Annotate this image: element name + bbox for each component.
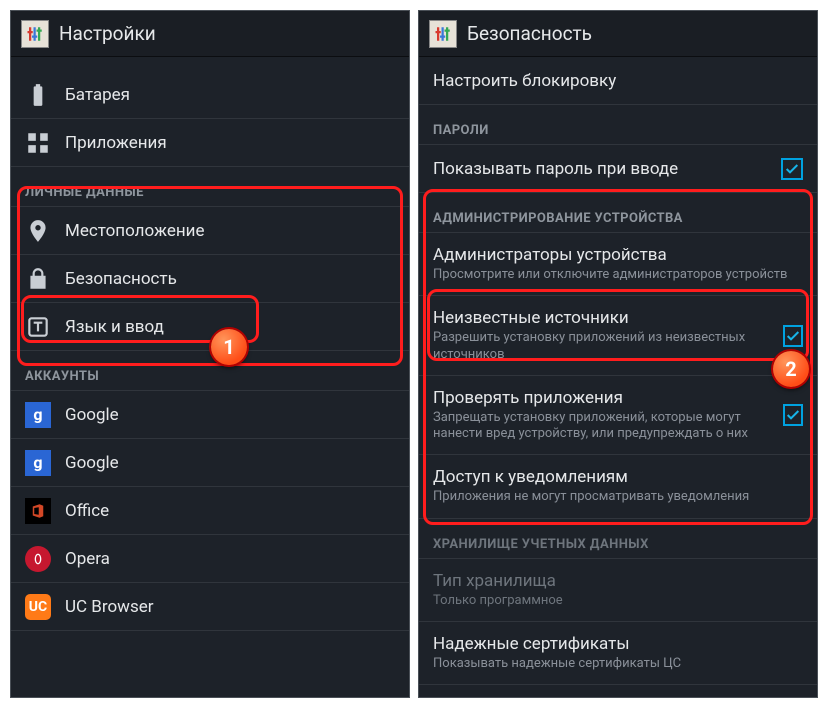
row-subtitle: Только программное (433, 593, 803, 609)
row-apps[interactable]: Приложения (11, 119, 409, 167)
row-label: Office (65, 501, 109, 521)
row-label: UC Browser (65, 597, 154, 617)
row-subtitle: Приложения не могут просматривать уведом… (433, 489, 803, 505)
checkbox-unknown-sources[interactable] (783, 325, 803, 347)
page-title: Безопасность (467, 22, 592, 45)
row-label: Показывать пароль при вводе (433, 159, 781, 179)
battery-icon (25, 82, 51, 108)
row-trusted-certs[interactable]: Надежные сертификаты Показывать надежные… (419, 622, 817, 685)
security-body: Настроить блокировку ПАРОЛИ Показывать п… (419, 57, 817, 685)
row-title: Тип хранилища (433, 571, 803, 591)
section-header-passwords: ПАРОЛИ (419, 105, 817, 145)
row-notification-access[interactable]: Доступ к уведомлениям Приложения не могу… (419, 455, 817, 518)
google-icon: g (25, 450, 51, 476)
row-title: Проверять приложения (433, 388, 783, 408)
row-language[interactable]: Язык и ввод (11, 303, 409, 351)
settings-app-icon (21, 20, 49, 48)
row-label: Местоположение (65, 221, 205, 241)
row-battery[interactable]: Батарея (11, 71, 409, 119)
page-title: Настройки (59, 22, 156, 45)
row-security[interactable]: Безопасность (11, 255, 409, 303)
row-subtitle: Показывать надежные сертификаты ЦС (433, 656, 803, 672)
opera-icon (25, 546, 51, 572)
section-header-admin: АДМИНИСТРИРОВАНИЕ УСТРОЙСТВА (419, 193, 817, 233)
row-subtitle: Просмотрите или отключите администраторо… (433, 267, 803, 283)
row-label: Настроить блокировку (433, 71, 616, 91)
row-location[interactable]: Местоположение (11, 207, 409, 255)
row-ucbrowser[interactable]: UC UC Browser (11, 583, 409, 631)
row-label: Безопасность (65, 269, 177, 289)
row-title: Неизвестные источники (433, 308, 783, 328)
row-google-1[interactable]: g Google (11, 391, 409, 439)
settings-app-icon (429, 20, 457, 48)
row-storage-type: Тип хранилища Только программное (419, 559, 817, 622)
location-icon (25, 218, 51, 244)
lock-icon (25, 266, 51, 292)
section-header-personal: ЛИЧНЫЕ ДАННЫЕ (11, 167, 409, 207)
row-label: Батарея (65, 85, 130, 105)
appbar-left: Настройки (11, 11, 409, 57)
row-configure-lock[interactable]: Настроить блокировку (419, 57, 817, 105)
appbar-right: Безопасность (419, 11, 817, 57)
section-header-credentials: ХРАНИЛИЩЕ УЧЕТНЫХ ДАННЫХ (419, 519, 817, 559)
row-label: Google (65, 405, 119, 425)
row-subtitle: Разрешить установку приложений из неизве… (433, 330, 783, 363)
apps-icon (25, 130, 51, 156)
row-unknown-sources[interactable]: Неизвестные источники Разрешить установк… (419, 296, 817, 376)
settings-screen: Настройки Батарея Приложения ЛИЧНЫЕ ДАНН… (10, 10, 410, 698)
row-show-password[interactable]: Показывать пароль при вводе (419, 145, 817, 193)
row-subtitle: Запрещать установку приложений, которые … (433, 410, 783, 443)
row-label: Язык и ввод (65, 317, 164, 337)
row-label: Приложения (65, 133, 167, 153)
row-label: Opera (65, 549, 110, 569)
settings-body: Батарея Приложения ЛИЧНЫЕ ДАННЫЕ Местопо… (11, 57, 409, 631)
section-header-accounts: АККАУНТЫ (11, 351, 409, 391)
row-device-admins[interactable]: Администраторы устройства Просмотрите ил… (419, 233, 817, 296)
uc-icon: UC (25, 594, 51, 620)
office-icon (25, 498, 51, 524)
row-label: Google (65, 453, 119, 473)
row-title: Доступ к уведомлениям (433, 467, 803, 487)
row-title: Администраторы устройства (433, 245, 803, 265)
row-title: Надежные сертификаты (433, 634, 803, 654)
row-opera[interactable]: Opera (11, 535, 409, 583)
security-screen: Безопасность Настроить блокировку ПАРОЛИ… (418, 10, 818, 698)
checkbox-show-password[interactable] (781, 158, 803, 180)
google-icon: g (25, 402, 51, 428)
row-verify-apps[interactable]: Проверять приложения Запрещать установку… (419, 376, 817, 456)
checkbox-verify-apps[interactable] (783, 404, 803, 426)
row-office[interactable]: Office (11, 487, 409, 535)
language-icon (25, 314, 51, 340)
row-google-2[interactable]: g Google (11, 439, 409, 487)
